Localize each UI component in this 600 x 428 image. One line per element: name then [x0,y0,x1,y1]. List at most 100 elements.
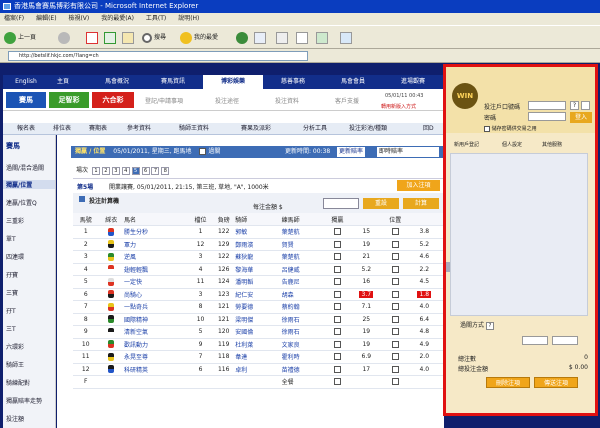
win-checkbox[interactable] [333,340,341,348]
sec-racecard[interactable]: 排位表 [53,123,71,135]
jockey[interactable]: 鄭雨濱 [235,238,282,251]
horse-name[interactable]: 勝生分秒 [124,225,189,239]
place-checkbox[interactable] [391,315,399,323]
sidebar-item[interactable]: 六環彩 [6,342,24,351]
race-tab[interactable]: 2 [101,167,110,175]
field-win-checkbox[interactable] [333,378,341,386]
win-checkbox[interactable] [333,353,341,361]
password-input[interactable] [528,112,566,121]
edit-button[interactable] [296,30,308,46]
win-checkbox[interactable] [333,303,341,311]
nav-betting[interactable]: 博彩娛樂 [203,75,263,89]
link-betinfo[interactable]: 投注資料 [275,96,299,108]
trainer[interactable]: 葉楚航 [281,250,329,264]
home-button[interactable] [122,30,134,46]
sidebar-item[interactable]: 投注額 [6,414,24,423]
horse-name[interactable]: 清新空氣 [124,325,189,339]
mail-button[interactable] [254,30,266,46]
horse-name[interactable]: 一點奇兵 [124,300,189,314]
nav-member[interactable]: 馬會會員 [323,75,383,89]
sidebar-item[interactable]: 騎練配對 [6,378,30,387]
nav-attend[interactable]: 進場觀賽 [383,75,443,89]
sec-reference[interactable]: 參考資料 [127,123,151,135]
sidebar-item[interactable]: 孖T [6,306,16,315]
horse-name[interactable]: 逆風 [124,250,189,264]
sec-tools[interactable]: 分析工具 [303,123,327,135]
trainer[interactable]: 胡森 [281,288,329,301]
win-checkbox[interactable] [333,240,341,248]
update-odds-button[interactable]: 更新賠率 [337,147,366,157]
method-help-icon[interactable]: ? [485,322,494,330]
minimize-icon[interactable] [581,101,590,110]
sec-jockey-info[interactable]: 騎師王資料 [179,123,209,135]
tab-football[interactable]: 足智彩 [49,92,89,108]
win-checkbox[interactable] [333,265,341,273]
jockey[interactable]: 梁明傑 [235,313,282,326]
race-tab[interactable]: 7 [151,167,160,175]
back-button[interactable]: 上一頁 [4,30,36,46]
trainer[interactable]: 告鹿尼 [281,275,329,289]
sec-fixtures[interactable]: 賽期表 [89,123,107,135]
stop-button[interactable] [86,30,98,46]
print-button[interactable] [276,30,288,46]
link-register[interactable]: 登記/申請事項 [145,96,183,108]
trainer[interactable]: 賀賢 [281,238,329,251]
delete-bets-button[interactable]: 刪除注項 [486,377,530,388]
login-button[interactable]: 登入 [570,112,592,123]
sidebar-item[interactable]: 騎師王 [6,360,24,369]
jockey[interactable]: 勞要德 [235,300,282,314]
race-tab[interactable]: 1 [91,167,100,175]
link-settings[interactable]: 個人設定 [502,139,522,151]
link-channels[interactable]: 投注途徑 [215,96,239,108]
win-checkbox[interactable] [333,253,341,261]
horse-name[interactable]: 翅輕輕飄 [124,263,189,276]
menu-favorites[interactable]: 我的最愛(A) [101,15,134,22]
horse-name[interactable]: 科研精英 [124,363,189,376]
place-checkbox[interactable] [391,278,399,286]
horse-name[interactable]: 尚騎心 [124,288,189,301]
media-button[interactable] [340,30,352,46]
horse-name[interactable]: 永晃至尊 [124,350,189,364]
sidebar-item[interactable]: 單T [6,234,16,243]
menu-edit[interactable]: 編輯(E) [36,15,56,22]
method-select-a[interactable] [522,336,548,345]
tab-racing[interactable]: 賽馬 [6,92,46,108]
trainer[interactable]: 蔡約翰 [281,300,329,314]
place-checkbox[interactable] [391,353,399,361]
sidebar-item[interactable]: 三寶 [6,288,18,297]
place-checkbox[interactable] [391,265,399,273]
sec-results[interactable]: 賽果及派彩 [241,123,271,135]
place-checkbox[interactable] [391,328,399,336]
sec-entries[interactable]: 報名表 [17,123,35,135]
method-select-b[interactable] [552,336,578,345]
jockey[interactable]: 郭敏 [235,225,282,239]
nav-home[interactable]: 主頁 [43,75,83,89]
place-checkbox[interactable] [391,303,399,311]
menu-file[interactable]: 檔案(F) [4,15,24,22]
horse-name[interactable]: 一定快 [124,275,189,289]
place-checkbox[interactable] [391,253,399,261]
sec-back[interactable]: 回D [423,123,434,135]
place-checkbox[interactable] [391,228,399,236]
horse-name[interactable]: 歡訊動力 [124,338,189,351]
add-bet-button[interactable]: 加入注項 [397,180,440,191]
trainer[interactable]: 徐雨石 [281,325,329,339]
race-tab[interactable]: 6 [141,167,150,175]
field-place-checkbox[interactable] [391,378,399,386]
trainer[interactable]: 文家良 [281,338,329,351]
trainer[interactable]: 呂健威 [281,263,329,276]
horse-name[interactable]: 國際精神 [124,313,189,326]
sidebar-item[interactable]: 三重彩 [6,216,24,225]
trainer[interactable]: 苗禮德 [281,363,329,376]
win-checkbox[interactable] [333,290,341,298]
win-checkbox[interactable] [333,228,341,236]
address-input[interactable]: http://betslif.hkjc.com/?lang=ch [8,51,308,61]
race-tab[interactable]: 3 [111,167,120,175]
jockey[interactable]: 潘明韜 [235,275,282,289]
sidebar-item[interactable]: 孖寶 [6,270,18,279]
trainer[interactable]: 葉楚航 [281,225,329,239]
jockey[interactable]: 蘇狄龍 [235,250,282,264]
horse-name[interactable]: 軍力 [124,238,189,251]
menu-tools[interactable]: 工具(T) [146,15,166,22]
win-checkbox[interactable] [333,315,341,323]
